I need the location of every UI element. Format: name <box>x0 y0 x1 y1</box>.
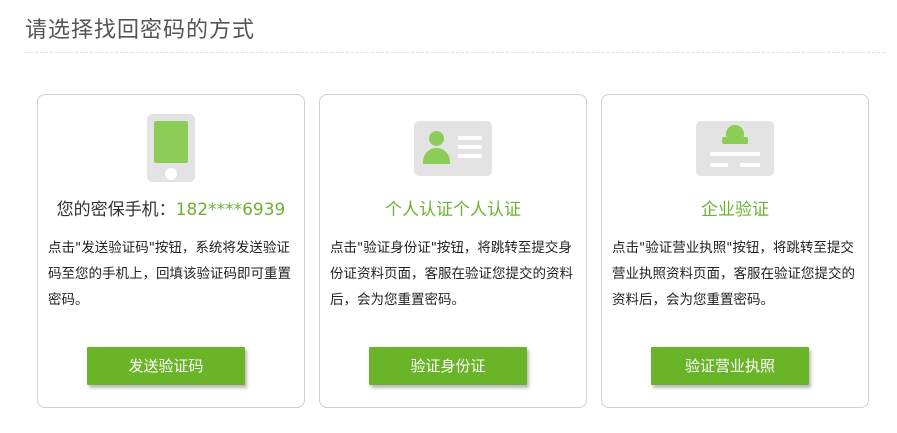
verify-id-button[interactable]: 验证身份证 <box>369 347 527 385</box>
phone-icon <box>147 114 195 182</box>
page-title: 请选择找回密码的方式 <box>25 18 256 43</box>
send-code-button[interactable]: 发送验证码 <box>87 347 245 385</box>
card-title-business: 企业验证 <box>701 200 769 220</box>
phone-label: 您的密保手机： <box>56 200 176 220</box>
verify-license-button[interactable]: 验证营业执照 <box>651 347 809 385</box>
business-license-icon <box>696 121 774 176</box>
card-title-id: 个人认证个人认证 <box>385 200 521 220</box>
recovery-card-business: 企业验证 点击"验证营业执照"按钮，将跳转至提交营业执照资料页面，客服在验证您提… <box>601 94 869 408</box>
card-title-phone: 您的密保手机：182****6939 <box>38 199 304 221</box>
card-description-phone: 点击"发送验证码"按钮，系统将发送验证码至您的手机上，回填该验证码即可重置密码。 <box>48 240 291 308</box>
title-divider <box>25 52 885 53</box>
card-description-id: 点击"验证身份证"按钮，将跳转至提交身份证资料页面，客服在验证您提交的资料后，会… <box>330 240 573 308</box>
card-description-business: 点击"验证营业执照"按钮，将跳转至提交营业执照资料页面，客服在验证您提交的资料后… <box>612 240 855 308</box>
phone-number: 182****6939 <box>175 200 286 220</box>
recovery-card-id: 个人认证个人认证 点击"验证身份证"按钮，将跳转至提交身份证资料页面，客服在验证… <box>319 94 587 408</box>
id-card-icon <box>414 121 492 176</box>
recovery-card-phone: 您的密保手机：182****6939 点击"发送验证码"按钮，系统将发送验证码至… <box>37 94 305 408</box>
